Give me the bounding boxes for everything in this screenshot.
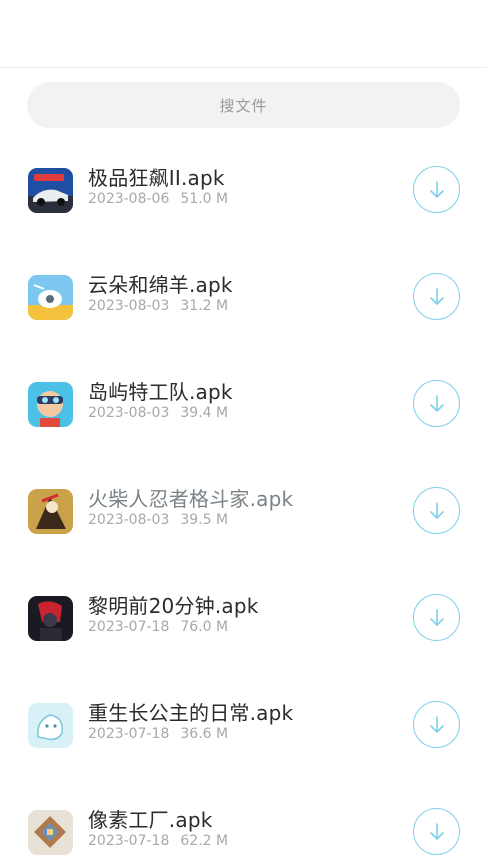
file-date: 2023-07-18 bbox=[88, 619, 170, 635]
download-arrow-icon bbox=[429, 287, 444, 305]
file-size: 51.0 M bbox=[180, 191, 229, 207]
file-size: 39.4 M bbox=[180, 405, 229, 421]
file-meta: 2023-08-06 51.0 M bbox=[88, 191, 228, 207]
cloud-sheep-app-icon bbox=[28, 275, 73, 320]
list-item[interactable]: 黎明前20分钟.apk 2023-07-18 76.0 M bbox=[0, 580, 487, 687]
list-item[interactable]: 火柴人忍者格斗家.apk 2023-08-03 39.5 M bbox=[0, 473, 487, 580]
island-agent-app-icon bbox=[28, 382, 73, 427]
top-bar bbox=[0, 0, 487, 68]
pixel-factory-app-icon bbox=[28, 810, 73, 855]
search-placeholder: 搜文件 bbox=[219, 96, 268, 115]
file-date: 2023-08-06 bbox=[88, 191, 170, 207]
file-name: 像素工厂.apk bbox=[88, 808, 213, 832]
search-bar[interactable]: 搜文件 bbox=[27, 82, 460, 128]
download-button[interactable] bbox=[413, 273, 460, 320]
file-meta: 2023-07-18 76.0 M bbox=[88, 619, 228, 635]
file-meta: 2023-08-03 31.2 M bbox=[88, 298, 228, 314]
file-date: 2023-08-03 bbox=[88, 405, 170, 421]
download-arrow-icon bbox=[429, 608, 444, 626]
download-button[interactable] bbox=[413, 594, 460, 641]
download-button[interactable] bbox=[413, 166, 460, 213]
file-meta: 2023-07-18 62.2 M bbox=[88, 833, 228, 849]
download-button[interactable] bbox=[413, 487, 460, 534]
file-size: 62.2 M bbox=[180, 833, 229, 849]
file-name: 火柴人忍者格斗家.apk bbox=[88, 487, 294, 511]
file-size: 39.5 M bbox=[180, 512, 229, 528]
file-meta: 2023-08-03 39.4 M bbox=[88, 405, 228, 421]
download-arrow-icon bbox=[429, 394, 444, 412]
file-date: 2023-08-03 bbox=[88, 298, 170, 314]
file-meta: 2023-07-18 36.6 M bbox=[88, 726, 228, 742]
file-name: 极品狂飙II.apk bbox=[88, 166, 225, 190]
file-name: 岛屿特工队.apk bbox=[88, 380, 233, 404]
stickman-ninja-app-icon bbox=[28, 489, 73, 534]
list-item[interactable]: 极品狂飙II.apk 2023-08-06 51.0 M bbox=[0, 152, 487, 259]
download-arrow-icon bbox=[429, 822, 444, 840]
file-name: 云朵和绵羊.apk bbox=[88, 273, 233, 297]
file-size: 31.2 M bbox=[180, 298, 229, 314]
file-size: 76.0 M bbox=[180, 619, 229, 635]
file-size: 36.6 M bbox=[180, 726, 229, 742]
list-item[interactable]: 像素工厂.apk 2023-07-18 62.2 M bbox=[0, 794, 487, 867]
princess-app-icon bbox=[28, 703, 73, 748]
dawn-survivor-app-icon bbox=[28, 596, 73, 641]
file-date: 2023-07-18 bbox=[88, 833, 170, 849]
download-arrow-icon bbox=[429, 180, 444, 198]
download-button[interactable] bbox=[413, 808, 460, 855]
racing-car-app-icon bbox=[28, 168, 73, 213]
list-item[interactable]: 岛屿特工队.apk 2023-08-03 39.4 M bbox=[0, 366, 487, 473]
download-arrow-icon bbox=[429, 501, 444, 519]
download-arrow-icon bbox=[429, 715, 444, 733]
file-date: 2023-08-03 bbox=[88, 512, 170, 528]
list-item[interactable]: 重生长公主的日常.apk 2023-07-18 36.6 M bbox=[0, 687, 487, 794]
file-meta: 2023-08-03 39.5 M bbox=[88, 512, 228, 528]
download-button[interactable] bbox=[413, 380, 460, 427]
file-name: 重生长公主的日常.apk bbox=[88, 701, 294, 725]
file-date: 2023-07-18 bbox=[88, 726, 170, 742]
download-button[interactable] bbox=[413, 701, 460, 748]
list-item[interactable]: 云朵和绵羊.apk 2023-08-03 31.2 M bbox=[0, 259, 487, 366]
file-name: 黎明前20分钟.apk bbox=[88, 594, 259, 618]
